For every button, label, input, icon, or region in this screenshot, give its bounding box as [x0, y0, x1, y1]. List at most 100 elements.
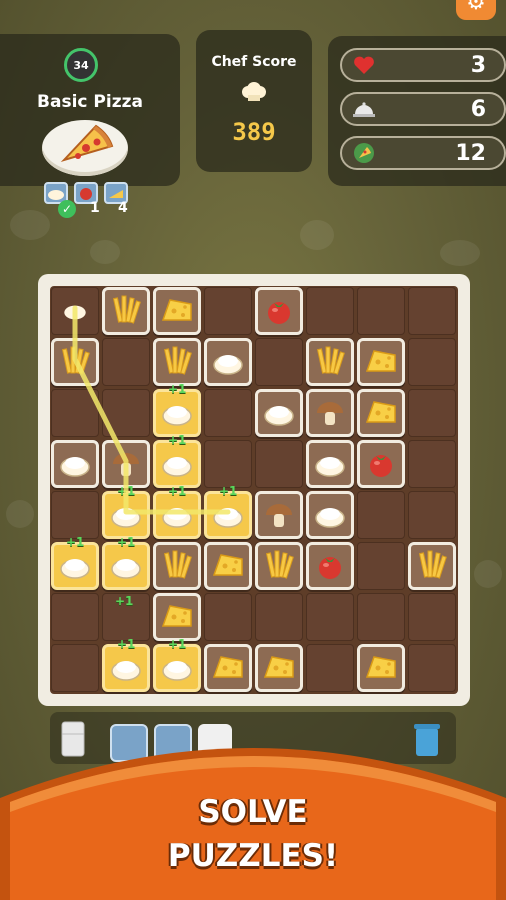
tile-cheese-icon[interactable] [357, 338, 405, 386]
orders-value: 6 [470, 97, 486, 122]
board-cell[interactable] [255, 338, 303, 386]
tile-dough-icon[interactable] [306, 440, 354, 488]
cloche-icon [353, 102, 375, 117]
tile-mushroom-icon[interactable] [102, 440, 150, 488]
tile-cheese-icon[interactable] [153, 593, 201, 641]
tile-dough-icon[interactable] [306, 491, 354, 539]
board-cell[interactable] [357, 491, 405, 539]
floating-plus-one-label: +1 [115, 594, 134, 608]
tile-dough-icon[interactable] [255, 389, 303, 437]
board-cell[interactable] [51, 644, 99, 692]
board-cell[interactable] [306, 593, 354, 641]
tile-dough-icon[interactable] [51, 542, 99, 590]
tile-cheese-icon[interactable] [204, 542, 252, 590]
plus-one-label: +1 [168, 382, 187, 396]
tile-cheese-icon[interactable] [357, 644, 405, 692]
chef-hat-icon [242, 82, 266, 101]
board-cell[interactable] [408, 287, 456, 335]
tile-dough-icon[interactable] [51, 440, 99, 488]
board-cell[interactable] [306, 287, 354, 335]
board-cell[interactable] [255, 593, 303, 641]
board-cell[interactable] [408, 593, 456, 641]
background-doodle [474, 560, 502, 588]
tile-tomato-icon[interactable] [357, 440, 405, 488]
background-doodle [440, 240, 480, 266]
tile-dough-icon[interactable] [102, 644, 150, 692]
pizza-icon [354, 143, 374, 163]
game-board-frame: +1 +1 +1 +1 +1 +1 +1 +1 +1 +1 [38, 274, 470, 706]
recipe-title: Basic Pizza [37, 92, 143, 112]
timer-badge: 34 [64, 48, 98, 82]
board-cell[interactable] [408, 338, 456, 386]
tile-fries-icon[interactable] [102, 287, 150, 335]
background-doodle [90, 240, 120, 264]
requirement-count: 1 [90, 200, 100, 216]
board-cell[interactable] [102, 338, 150, 386]
plus-one-label: +1 [168, 637, 187, 651]
orders-stat: 6 [340, 92, 506, 126]
tile-dough-icon[interactable] [153, 491, 201, 539]
board-cell[interactable] [51, 389, 99, 437]
score-value: 389 [232, 118, 276, 146]
board-cell[interactable] [408, 644, 456, 692]
tile-fries-icon[interactable] [153, 542, 201, 590]
board-cell[interactable] [357, 542, 405, 590]
dragged-dough-icon[interactable] [51, 287, 99, 335]
board-cell[interactable] [204, 593, 252, 641]
tile-fries-icon[interactable] [255, 542, 303, 590]
requirement-count: 4 [118, 200, 128, 216]
stats-panel: 3 6 12 [328, 36, 506, 186]
board-cell[interactable] [357, 287, 405, 335]
board-cell[interactable] [204, 389, 252, 437]
tile-fries-icon[interactable] [408, 542, 456, 590]
board-cell[interactable] [204, 287, 252, 335]
pizza-slice-icon [60, 124, 114, 162]
tile-cheese-icon[interactable] [153, 287, 201, 335]
board-cell[interactable] [408, 389, 456, 437]
pizzas-stat: 12 [340, 136, 506, 170]
settings-gear-icon[interactable]: ⚙ [456, 0, 496, 20]
board-cell[interactable] [51, 593, 99, 641]
board-cell[interactable] [357, 593, 405, 641]
board-cell[interactable] [204, 440, 252, 488]
heart-icon [354, 56, 374, 74]
tile-dough-icon[interactable] [102, 542, 150, 590]
tile-dough-icon[interactable] [153, 389, 201, 437]
tile-cheese-icon[interactable] [255, 644, 303, 692]
tile-cheese-icon[interactable] [357, 389, 405, 437]
tile-mushroom-icon[interactable] [306, 389, 354, 437]
board-cell[interactable] [408, 491, 456, 539]
tile-fries-icon[interactable] [306, 338, 354, 386]
board-cell[interactable] [255, 440, 303, 488]
tile-dough-icon[interactable] [153, 644, 201, 692]
plus-one-label: +1 [168, 433, 187, 447]
tile-dough-icon[interactable] [102, 491, 150, 539]
plus-one-label: +1 [117, 637, 136, 651]
tile-cheese-icon[interactable] [204, 644, 252, 692]
tile-dough-icon[interactable] [153, 440, 201, 488]
tile-tomato-icon[interactable] [255, 287, 303, 335]
tile-fries-icon[interactable] [153, 338, 201, 386]
plus-one-label: +1 [66, 535, 85, 549]
board-cell[interactable] [408, 440, 456, 488]
tile-mushroom-icon[interactable] [255, 491, 303, 539]
plus-one-label: +1 [117, 484, 136, 498]
board-cell[interactable] [306, 644, 354, 692]
lives-value: 3 [470, 53, 486, 78]
game-board[interactable]: +1 +1 +1 +1 +1 +1 +1 +1 +1 +1 [50, 286, 458, 694]
pizza-plate-icon [42, 120, 128, 176]
tile-dough-icon[interactable] [204, 338, 252, 386]
pizzas-value: 12 [455, 141, 486, 166]
plus-one-label: +1 [168, 484, 187, 498]
score-panel: Chef Score 389 [196, 30, 312, 172]
board-cell[interactable] [51, 491, 99, 539]
board-cell[interactable] [102, 389, 150, 437]
tile-dough-icon[interactable] [204, 491, 252, 539]
background-doodle [10, 210, 50, 240]
plus-one-label: +1 [117, 535, 136, 549]
tile-tomato-icon[interactable] [306, 542, 354, 590]
score-label: Chef Score [211, 54, 297, 70]
lives-stat: 3 [340, 48, 506, 82]
background-doodle [6, 500, 34, 528]
tile-fries-icon[interactable] [51, 338, 99, 386]
